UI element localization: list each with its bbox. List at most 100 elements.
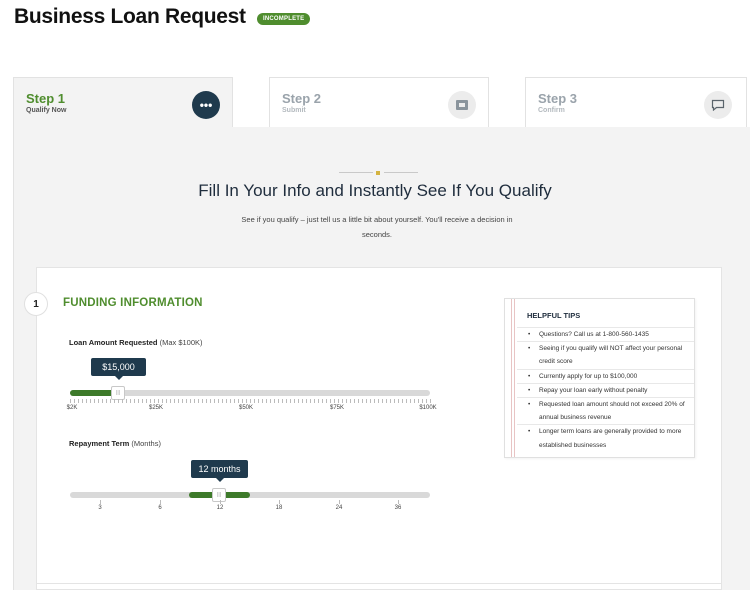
tab-step-3[interactable]: Step 3 Confirm <box>525 77 747 128</box>
tick-mark <box>258 399 259 403</box>
tick-mark <box>178 399 179 403</box>
tick-mark <box>126 399 127 403</box>
section-title: FUNDING INFORMATION <box>63 297 203 309</box>
tab-step-2[interactable]: Step 2 Submit <box>269 77 489 128</box>
tick-mark <box>202 399 203 403</box>
tick-mark <box>358 399 359 403</box>
tick-mark <box>386 399 387 403</box>
term-tick-label: 36 <box>394 505 402 511</box>
tick-mark <box>306 399 307 403</box>
tick-mark <box>350 399 351 403</box>
tick-mark <box>422 399 423 403</box>
tick-mark <box>222 399 223 403</box>
loan-amount-ticks <box>70 399 431 404</box>
loan-amount-hint: (Max $100K) <box>159 338 203 347</box>
document-icon <box>448 91 476 119</box>
loan-tick-label: $2K <box>66 405 78 411</box>
tick-mark <box>398 399 399 403</box>
loan-tick-label: $100K <box>419 405 437 411</box>
tick-mark <box>138 399 139 403</box>
step-3-sub: Confirm <box>538 107 565 114</box>
tick-mark <box>402 399 403 403</box>
tick-mark <box>118 399 119 403</box>
term-tick-label: 6 <box>158 505 162 511</box>
tick-mark <box>78 399 79 403</box>
tick-mark <box>366 399 367 403</box>
tick-mark <box>342 399 343 403</box>
tick-mark <box>220 500 221 504</box>
tick-mark <box>142 399 143 403</box>
tick-mark <box>322 399 323 403</box>
tick-mark <box>246 399 247 403</box>
tick-mark <box>150 399 151 403</box>
tick-mark <box>82 399 83 403</box>
list-item: Repay your loan early without penalty <box>517 382 694 397</box>
tick-mark <box>102 399 103 403</box>
tick-mark <box>279 500 280 504</box>
tick-mark <box>186 399 187 403</box>
list-item: Requested loan amount should not exceed … <box>517 397 694 424</box>
tick-mark <box>286 399 287 403</box>
tick-mark <box>430 399 431 403</box>
page-title: Business Loan Request <box>14 5 246 28</box>
tick-mark <box>162 399 163 403</box>
tick-mark <box>266 399 267 403</box>
tick-mark <box>394 399 395 403</box>
tick-mark <box>230 399 231 403</box>
tick-mark <box>98 399 99 403</box>
term-tick-label: 24 <box>335 505 343 511</box>
tick-mark <box>254 399 255 403</box>
tick-mark <box>250 399 251 403</box>
loan-tick-label: $75K <box>329 405 345 411</box>
tick-mark <box>154 399 155 403</box>
list-item: Longer term loans are generally provided… <box>517 424 694 451</box>
tick-mark <box>206 399 207 403</box>
chat-icon <box>704 91 732 119</box>
repayment-term-label-text: Repayment Term <box>69 439 130 448</box>
tick-mark <box>160 500 161 504</box>
list-item: Questions? Call us at 1-800-560-1435 <box>517 327 694 341</box>
repayment-term-label: Repayment Term (Months) <box>69 439 161 448</box>
more-dots-icon: ••• <box>192 91 220 119</box>
tick-mark <box>234 399 235 403</box>
tick-mark <box>302 399 303 403</box>
tick-mark <box>310 399 311 403</box>
tick-mark <box>390 399 391 403</box>
step-1-sub: Qualify Now <box>26 107 67 114</box>
tick-mark <box>318 399 319 403</box>
tick-mark <box>210 399 211 403</box>
repayment-term-ticks <box>70 500 430 505</box>
term-tick-label: 12 <box>216 505 224 511</box>
term-tick-label: 18 <box>275 505 283 511</box>
tick-mark <box>362 399 363 403</box>
tick-mark <box>174 399 175 403</box>
tick-mark <box>334 399 335 403</box>
tick-mark <box>290 399 291 403</box>
tick-mark <box>262 399 263 403</box>
tick-mark <box>346 399 347 403</box>
tick-mark <box>226 399 227 403</box>
list-item: Currently apply for up to $100,000 <box>517 368 694 383</box>
list-item: Seeing if you qualify will NOT affect yo… <box>517 341 694 368</box>
card-divider <box>36 583 722 584</box>
tick-mark <box>326 399 327 403</box>
helpful-tips-box: HELPFUL TIPS Questions? Call us at 1-800… <box>504 298 695 458</box>
tick-mark <box>214 399 215 403</box>
section-number: 1 <box>24 292 48 316</box>
tick-mark <box>330 399 331 403</box>
repayment-term-track[interactable] <box>70 492 430 498</box>
tick-mark <box>274 399 275 403</box>
tick-mark <box>122 399 123 403</box>
tick-mark <box>146 399 147 403</box>
repayment-term-hint: (Months) <box>131 439 161 448</box>
tick-mark <box>110 399 111 403</box>
tick-mark <box>418 399 419 403</box>
tick-mark <box>278 399 279 403</box>
loan-amount-handle[interactable]: ||| <box>111 386 125 400</box>
tick-mark <box>314 399 315 403</box>
tick-mark <box>242 399 243 403</box>
tick-mark <box>158 399 159 403</box>
tick-mark <box>86 399 87 403</box>
tick-mark <box>198 399 199 403</box>
loan-tick-label: $50K <box>238 405 254 411</box>
